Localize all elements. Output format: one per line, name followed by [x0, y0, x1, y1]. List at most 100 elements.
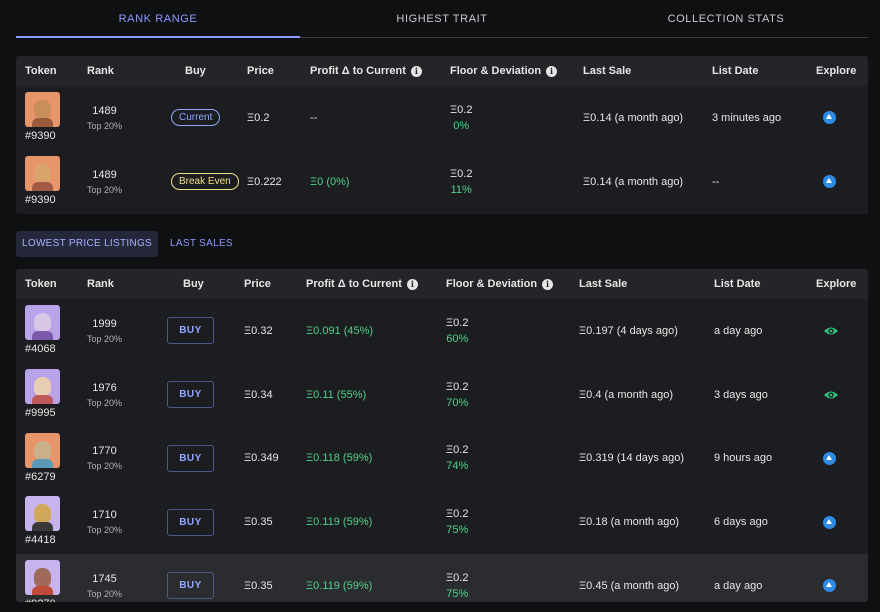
top-tab-bar: RANK RANGE HIGHEST TRAIT COLLECTION STAT…	[16, 0, 868, 38]
table-row: #9995 1976 Top 20% BUY Ξ0.34 Ξ0.11 (55%) Ξ0.2 7…	[16, 363, 868, 427]
header-floor-label: Floor & Deviation	[446, 278, 538, 290]
header-profit: Profit Δ to Current i	[310, 56, 422, 86]
tab-last-sales[interactable]: LAST SALES	[164, 231, 239, 257]
rank-percentile: Top 20%	[87, 588, 123, 599]
header-profit: Profit Δ to Current i	[306, 269, 418, 299]
header-rank: Rank	[87, 278, 114, 290]
explore-link[interactable]	[823, 150, 836, 214]
rank-range-table: Token Rank Buy Price Profit Δ to Current…	[16, 56, 868, 214]
buy-button[interactable]: BUY	[167, 444, 214, 472]
token-cell[interactable]: #6279	[25, 432, 61, 483]
floor-value: Ξ0.2	[450, 103, 473, 116]
tab-collection-stats[interactable]: COLLECTION STATS	[584, 0, 868, 37]
rank-value: 1999	[92, 317, 117, 330]
token-cell[interactable]: #9390	[25, 92, 61, 142]
buy-button[interactable]: BUY	[167, 381, 214, 409]
info-icon[interactable]: i	[406, 278, 418, 290]
header-floor-label: Floor & Deviation	[450, 65, 542, 77]
price-value: Ξ0.222	[247, 175, 282, 188]
explore-link[interactable]	[823, 490, 836, 554]
deviation-value: 75%	[446, 524, 469, 537]
tab-rank-range[interactable]: RANK RANGE	[16, 0, 300, 38]
last-sale-value: Ξ0.4 (a month ago)	[579, 388, 673, 401]
token-cell[interactable]: #9390	[25, 155, 61, 206]
token-thumbnail[interactable]	[25, 560, 60, 595]
list-date-value: 3 days ago	[714, 388, 768, 401]
table-row: #4418 1710 Top 20% BUY Ξ0.35 Ξ0.119 (59%) Ξ0.2…	[16, 490, 868, 554]
listing-tab-bar: LOWEST PRICE LISTINGS LAST SALES	[16, 231, 239, 257]
info-icon[interactable]: i	[546, 65, 558, 77]
last-sale-value: Ξ0.14 (a month ago)	[583, 111, 684, 124]
header-last-sale: Last Sale	[579, 278, 628, 290]
token-cell[interactable]: #9?70	[25, 560, 61, 602]
price-value: Ξ0.2	[247, 111, 270, 124]
explore-link[interactable]	[823, 299, 839, 363]
price-value: Ξ0.35	[244, 579, 273, 592]
token-cell[interactable]: #4068	[25, 305, 61, 355]
buy-button[interactable]: BUY	[167, 317, 214, 345]
price-value: Ξ0.35	[244, 516, 273, 529]
list-date-value: 9 hours ago	[714, 452, 773, 465]
info-icon[interactable]: i	[542, 278, 554, 290]
opensea-icon[interactable]	[823, 111, 836, 125]
deviation-value: 0%	[453, 119, 470, 132]
header-buy: Buy	[185, 65, 206, 77]
buy-button[interactable]: BUY	[167, 508, 214, 536]
profit-value: Ξ0.11 (55%)	[306, 388, 367, 401]
break-even-badge: Break Even	[171, 173, 239, 191]
token-id: #9390	[25, 193, 56, 206]
header-price: Price	[247, 65, 274, 77]
rank-value: 1489	[92, 104, 117, 117]
tab-highest-trait[interactable]: HIGHEST TRAIT	[300, 0, 584, 37]
list-date-value: --	[712, 175, 720, 188]
price-value: Ξ0.32	[244, 324, 273, 337]
eye-icon[interactable]	[823, 325, 839, 337]
deviation-value: 74%	[446, 460, 469, 473]
explore-link[interactable]	[823, 427, 836, 491]
profit-value: Ξ0.118 (59%)	[306, 452, 373, 465]
floor-value: Ξ0.2	[446, 571, 469, 584]
last-sale-value: Ξ0.319 (14 days ago)	[579, 452, 684, 465]
opensea-icon[interactable]	[823, 451, 836, 465]
token-thumbnail[interactable]	[25, 92, 60, 127]
floor-value: Ξ0.2	[446, 380, 469, 393]
last-sale-value: Ξ0.197 (4 days ago)	[579, 324, 678, 337]
token-thumbnail[interactable]	[25, 155, 60, 191]
profit-value: Ξ0.119 (59%)	[306, 579, 373, 592]
explore-link[interactable]	[823, 86, 836, 150]
last-sale-value: Ξ0.18 (a month ago)	[579, 516, 680, 529]
deviation-value: 11%	[450, 183, 472, 196]
rank-percentile: Top 20%	[87, 461, 123, 472]
floor-value: Ξ0.2	[450, 167, 473, 180]
listings-table: Token Rank Buy Price Profit Δ to Current…	[16, 269, 868, 602]
header-list-date: List Date	[712, 65, 759, 77]
rank-value: 1976	[92, 381, 117, 394]
token-thumbnail[interactable]	[25, 305, 60, 340]
opensea-icon[interactable]	[823, 515, 836, 529]
token-id: #9390	[25, 130, 56, 142]
price-value: Ξ0.349	[244, 452, 279, 465]
deviation-value: 60%	[446, 332, 469, 345]
list-date-value: 6 days ago	[714, 516, 768, 529]
rank-percentile: Top 20%	[87, 184, 123, 195]
token-id: #9995	[25, 406, 56, 419]
opensea-icon[interactable]	[823, 175, 836, 189]
token-cell[interactable]: #4418	[25, 496, 61, 546]
token-thumbnail[interactable]	[25, 496, 60, 532]
opensea-icon[interactable]	[823, 579, 836, 593]
token-cell[interactable]: #9995	[25, 368, 61, 419]
eye-icon[interactable]	[823, 389, 839, 401]
tab-lowest-price-listings[interactable]: LOWEST PRICE LISTINGS	[16, 231, 159, 257]
info-icon[interactable]: i	[410, 65, 422, 77]
explore-link[interactable]	[823, 363, 839, 427]
token-thumbnail[interactable]	[25, 368, 60, 404]
rank-value: 1770	[92, 445, 117, 458]
floor-value: Ξ0.2	[446, 444, 469, 457]
rank-value: 1489	[92, 168, 117, 181]
header-token: Token	[25, 278, 57, 290]
explore-link[interactable]	[823, 554, 836, 602]
buy-button[interactable]: BUY	[167, 572, 214, 600]
token-thumbnail[interactable]	[25, 432, 60, 468]
header-token: Token	[25, 65, 57, 77]
table-header: Token Rank Buy Price Profit Δ to Current…	[16, 269, 868, 299]
